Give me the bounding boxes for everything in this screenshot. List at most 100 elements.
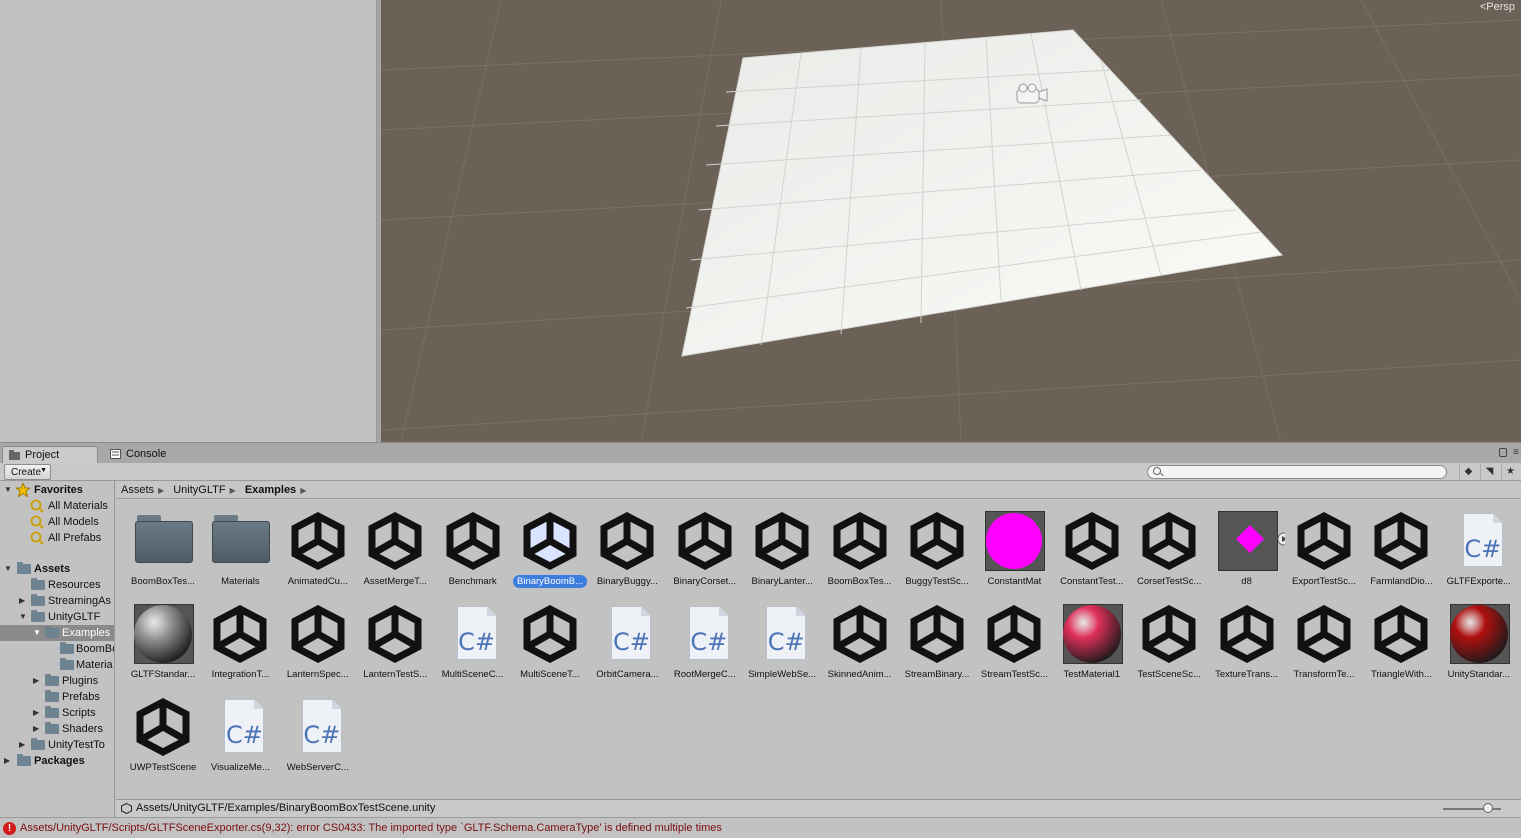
asset-name: TriangleWith...: [1370, 669, 1432, 680]
tree-item-favorites[interactable]: ▼ Favorites: [0, 482, 114, 498]
collapse-arrow-icon[interactable]: ▶: [19, 737, 29, 753]
tab-project[interactable]: Project: [2, 446, 98, 464]
asset-item[interactable]: BinaryLanter...: [745, 499, 819, 589]
folder-icon: [17, 754, 31, 766]
asset-item[interactable]: C# VisualizeMe...: [203, 685, 277, 775]
asset-item[interactable]: BoomBoxTes...: [823, 499, 897, 589]
tab-console[interactable]: Console: [104, 446, 194, 464]
collapse-arrow-icon[interactable]: ▶: [33, 705, 43, 721]
create-button[interactable]: Create ▼: [4, 464, 51, 480]
breadcrumb: Assets ▶ UnityGLTF ▶ Examples ▶: [116, 481, 1521, 499]
asset-item[interactable]: C# OrbitCamera...: [590, 592, 664, 682]
asset-item[interactable]: BoomBoxTes...: [126, 499, 200, 589]
collapse-arrow-icon[interactable]: ▶: [4, 753, 14, 769]
asset-item[interactable]: TextureTrans...: [1210, 592, 1284, 682]
asset-item[interactable]: Benchmark: [436, 499, 510, 589]
favorite-star-icon[interactable]: ★: [1501, 464, 1519, 480]
asset-item[interactable]: C# SimpleWebSe...: [745, 592, 819, 682]
hierarchy-panel[interactable]: [0, 0, 377, 442]
scene-canvas[interactable]: [381, 0, 1521, 442]
persp-label[interactable]: <Persp: [1480, 1, 1515, 13]
asset-item[interactable]: MultiSceneT...: [513, 592, 587, 682]
asset-item[interactable]: C# RootMergeC...: [668, 592, 742, 682]
asset-item[interactable]: FarmlandDio...: [1364, 499, 1438, 589]
tree-item-prefabs[interactable]: Prefabs: [0, 689, 114, 705]
tree-item-unity-test-tools[interactable]: ▶ UnityTestTo: [0, 737, 114, 753]
asset-item[interactable]: TransformTe...: [1287, 592, 1361, 682]
status-bar[interactable]: ! Assets/UnityGLTF/Scripts/GLTFSceneExpo…: [0, 817, 1521, 838]
lock-icon[interactable]: [1499, 448, 1507, 457]
asset-item[interactable]: C# MultiSceneC...: [436, 592, 510, 682]
asset-item[interactable]: C# WebServerC...: [281, 685, 355, 775]
folder-icon: [17, 562, 31, 574]
asset-item[interactable]: TestSceneSc...: [1132, 592, 1206, 682]
filter-by-label-icon[interactable]: ◥: [1480, 464, 1498, 480]
folder-icon: [31, 738, 45, 750]
unity-scene-icon: [441, 509, 505, 573]
asset-item[interactable]: ConstantMat: [977, 499, 1051, 589]
asset-item[interactable]: AnimatedCu...: [281, 499, 355, 589]
tree-item-assets[interactable]: ▼ Assets: [0, 561, 114, 577]
tree-item-plugins[interactable]: ▶ Plugins: [0, 673, 114, 689]
breadcrumb-assets[interactable]: Assets: [121, 484, 154, 496]
asset-item[interactable]: LanternSpec...: [281, 592, 355, 682]
asset-item[interactable]: UWPTestScene: [126, 685, 200, 775]
tree-item-all-models[interactable]: All Models: [0, 514, 114, 530]
tree-item-shaders[interactable]: ▶ Shaders: [0, 721, 114, 737]
tree-item-packages[interactable]: ▶ Packages: [0, 753, 114, 769]
expand-arrow-icon[interactable]: ▼: [4, 561, 14, 577]
asset-name: TestSceneSc...: [1137, 669, 1201, 680]
asset-item[interactable]: StreamTestSc...: [977, 592, 1051, 682]
asset-item[interactable]: TestMaterial1: [1055, 592, 1129, 682]
expand-arrow-icon[interactable]: ▼: [4, 482, 14, 498]
expand-arrow-icon[interactable]: ▼: [33, 625, 43, 641]
collapse-arrow-icon[interactable]: ▶: [33, 673, 43, 689]
asset-item[interactable]: CorsetTestSc...: [1132, 499, 1206, 589]
asset-grid[interactable]: BoomBoxTes... Materials AnimatedCu... Asset…: [116, 499, 1521, 799]
search-input[interactable]: [1147, 465, 1447, 479]
tree-item-streaming-assets[interactable]: ▶ StreamingAs: [0, 593, 114, 609]
asset-item[interactable]: BuggyTestSc...: [900, 499, 974, 589]
scene-view[interactable]: <Persp: [381, 0, 1521, 442]
asset-item[interactable]: StreamBinary...: [900, 592, 974, 682]
asset-item[interactable]: BinaryBoomB...: [513, 499, 587, 589]
project-tree[interactable]: ▼ Favorites All Materials All Models All…: [0, 481, 115, 817]
asset-item[interactable]: LanternTestS...: [358, 592, 432, 682]
filter-by-type-icon[interactable]: ◆: [1459, 464, 1477, 480]
asset-item[interactable]: TriangleWith...: [1364, 592, 1438, 682]
expand-arrow-icon[interactable]: ▼: [19, 609, 29, 625]
asset-item[interactable]: IntegrationT...: [203, 592, 277, 682]
ground-plane[interactable]: [681, 29, 1283, 357]
tree-item-all-materials[interactable]: All Materials: [0, 498, 114, 514]
tree-item-scripts[interactable]: ▶ Scripts: [0, 705, 114, 721]
asset-item[interactable]: GLTFStandar...: [126, 592, 200, 682]
asset-name: BoomBoxTes...: [131, 576, 195, 587]
tree-item-resources[interactable]: Resources: [0, 577, 114, 593]
tree-item-all-prefabs[interactable]: All Prefabs: [0, 530, 114, 546]
tree-item-materials[interactable]: Materia: [0, 657, 114, 673]
asset-item[interactable]: SkinnedAnim...: [823, 592, 897, 682]
asset-item[interactable]: ExportTestSc...: [1287, 499, 1361, 589]
asset-item[interactable]: AssetMergeT...: [358, 499, 432, 589]
asset-item[interactable]: d8: [1210, 499, 1285, 589]
tree-item-boombox[interactable]: BoomBo: [0, 641, 114, 657]
unity-scene-icon: [1292, 602, 1356, 666]
asset-name: ConstantTest...: [1060, 576, 1124, 587]
asset-item[interactable]: UnityStandar...: [1442, 592, 1516, 682]
asset-item[interactable]: Materials: [203, 499, 277, 589]
breadcrumb-examples[interactable]: Examples: [245, 484, 296, 496]
tree-item-unitygltf[interactable]: ▼ UnityGLTF: [0, 609, 114, 625]
tree-label: All Models: [48, 516, 99, 528]
breadcrumb-unitygltf[interactable]: UnityGLTF: [173, 484, 225, 496]
star-icon: [16, 483, 30, 497]
asset-name: MultiSceneC...: [441, 669, 504, 680]
panel-menu-icon[interactable]: ≡: [1513, 447, 1519, 458]
asset-item[interactable]: BinaryCorset...: [668, 499, 742, 589]
collapse-arrow-icon[interactable]: ▶: [33, 721, 43, 737]
tree-item-examples[interactable]: ▼ Examples: [0, 625, 114, 641]
asset-item[interactable]: C# GLTFExporte...: [1442, 499, 1516, 589]
asset-item[interactable]: ConstantTest...: [1055, 499, 1129, 589]
icon-size-slider[interactable]: [1483, 803, 1493, 813]
collapse-arrow-icon[interactable]: ▶: [19, 593, 29, 609]
asset-item[interactable]: BinaryBuggy...: [590, 499, 664, 589]
